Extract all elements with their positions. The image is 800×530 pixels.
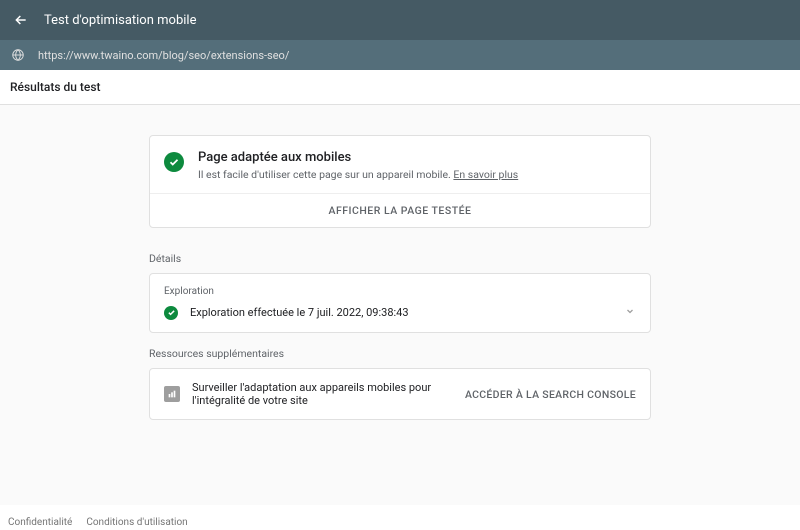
check-icon [164,152,184,172]
exploration-text: Exploration effectuée le 7 juil. 2022, 0… [190,306,409,319]
chevron-down-icon[interactable] [624,305,636,320]
monitor-text: Surveiller l'adaptation aux appareils mo… [192,381,465,407]
check-icon [164,306,178,320]
bar-chart-icon [164,386,180,402]
result-title: Page adaptée aux mobiles [198,150,518,165]
content-area: Page adaptée aux mobiles Il est facile d… [0,105,800,505]
result-card: Page adaptée aux mobiles Il est facile d… [149,135,651,228]
back-arrow-icon[interactable] [12,11,30,29]
url-bar: https://www.twaino.com/blog/seo/extensio… [0,40,800,70]
learn-more-link[interactable]: En savoir plus [453,168,518,181]
details-label: Détails [149,252,651,265]
search-console-button[interactable]: ACCÉDER À LA SEARCH CONSOLE [465,388,636,401]
terms-link[interactable]: Conditions d'utilisation [86,517,187,528]
results-heading: Résultats du test [0,70,800,105]
resources-label: Ressources supplémentaires [149,347,651,360]
footer: Confidentialité Conditions d'utilisation [0,513,800,530]
exploration-header: Exploration [164,286,636,297]
resource-card: Surveiller l'adaptation aux appareils mo… [149,368,651,420]
privacy-link[interactable]: Confidentialité [8,517,72,528]
view-tested-page-button[interactable]: AFFICHER LA PAGE TESTÉE [150,193,650,227]
globe-icon [10,47,26,63]
app-title: Test d'optimisation mobile [44,13,196,28]
result-subtitle: Il est facile d'utiliser cette page sur … [198,168,518,181]
app-header: Test d'optimisation mobile [0,0,800,40]
exploration-card[interactable]: Exploration Exploration effectuée le 7 j… [149,273,651,333]
tested-url: https://www.twaino.com/blog/seo/extensio… [38,49,289,62]
